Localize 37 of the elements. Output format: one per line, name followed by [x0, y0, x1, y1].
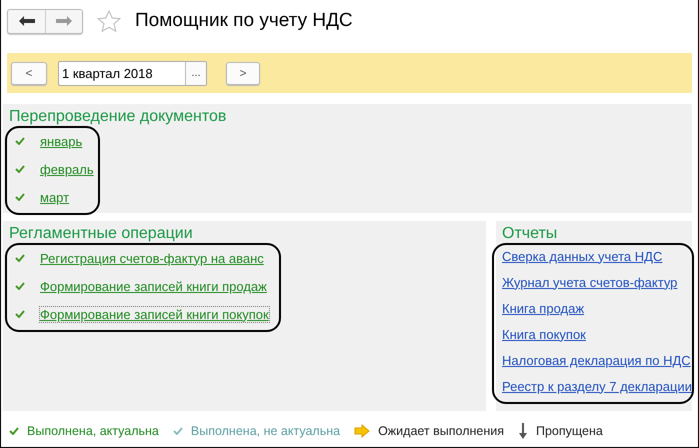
- operation-link[interactable]: Формирование записей книги продаж: [40, 278, 267, 294]
- month-link[interactable]: февраль: [40, 162, 94, 176]
- report-link[interactable]: Книга продаж: [502, 300, 584, 316]
- check-icon: [15, 282, 25, 290]
- arrow-right-icon: [56, 16, 72, 26]
- report-link[interactable]: Журнал учета счетов-фактур: [502, 274, 678, 290]
- legend-label: Ожидает выполнения: [378, 424, 504, 438]
- check-icon: [9, 427, 19, 435]
- check-icon: [15, 165, 25, 173]
- report-link[interactable]: Налоговая декларация по НДС: [502, 352, 691, 368]
- check-icon: [15, 137, 25, 145]
- arrow-right-icon: [354, 424, 370, 438]
- arrow-down-icon: [518, 423, 528, 439]
- window-title: Помощник по учету НДС: [135, 10, 353, 32]
- period-field[interactable]: 1 квартал 2018 ...: [58, 60, 207, 86]
- month-link[interactable]: январь: [40, 134, 82, 148]
- legend-label: Выполнена, не актуальна: [190, 424, 340, 438]
- check-icon: [15, 193, 25, 201]
- report-link[interactable]: Книга покупок: [502, 326, 586, 342]
- arrow-left-icon: [18, 16, 34, 26]
- previous-button[interactable]: <: [11, 62, 47, 84]
- section-title: Регламентные операции: [8, 224, 194, 243]
- star-icon[interactable]: [97, 10, 121, 32]
- report-link[interactable]: Реестр к разделу 7 декларации: [502, 378, 692, 394]
- operation-link[interactable]: Регистрация счетов-фактур на аванс: [40, 250, 264, 266]
- check-icon: [15, 254, 25, 262]
- section-title: Перепроведение документов: [8, 107, 228, 126]
- check-icon: [172, 427, 183, 435]
- month-link[interactable]: март: [40, 190, 70, 204]
- operation-link[interactable]: Формирование записей книги покупок: [40, 306, 269, 322]
- choose-button[interactable]: ...: [185, 62, 206, 84]
- legend-label: Пропущена: [536, 424, 603, 438]
- report-link[interactable]: Сверка данных учета НДС: [502, 248, 662, 264]
- section-title: Отчеты: [501, 224, 558, 243]
- legend-label: Выполнена, актуальна: [27, 424, 159, 438]
- check-icon: [15, 310, 25, 318]
- next-button[interactable]: >: [226, 62, 260, 84]
